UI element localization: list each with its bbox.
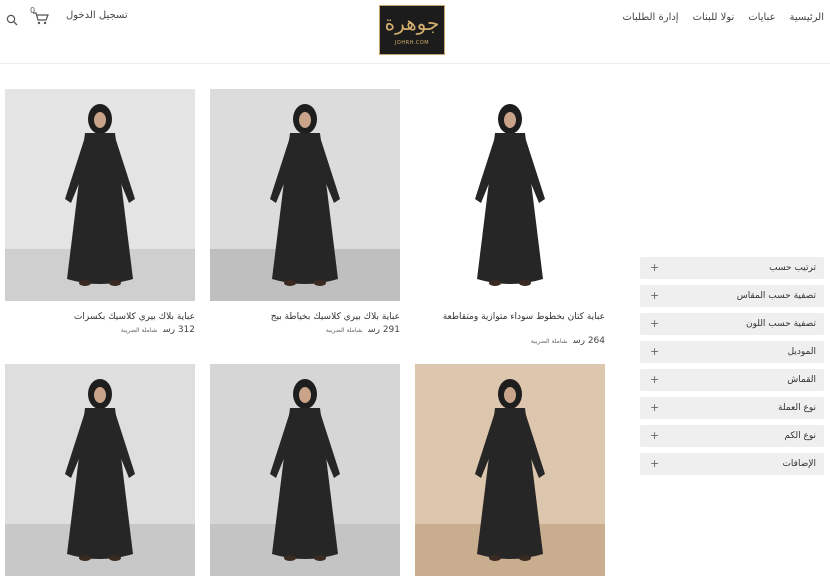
product-price-row: 291 رس شاملة الضريبة	[210, 325, 400, 335]
product-price-row: 264 رس شاملة الضريبة	[415, 336, 605, 346]
logo-text: جوهرة	[384, 11, 440, 35]
product-price: 291 رس	[368, 325, 400, 335]
product-price: 312 رس	[163, 325, 195, 335]
plus-icon[interactable]: +	[650, 457, 659, 470]
filter-color[interactable]: + تصفية حسب اللون	[640, 313, 824, 335]
plus-icon[interactable]: +	[650, 429, 659, 442]
product-title[interactable]: عباية بلاك بيري كلاسيك بخياطة بيج	[210, 311, 400, 323]
product-image[interactable]	[415, 89, 605, 301]
filter-fabric[interactable]: + القماش	[640, 369, 824, 391]
tax-note: شاملة الضريبة	[325, 327, 363, 334]
plus-icon[interactable]: +	[650, 289, 659, 302]
filter-size[interactable]: + تصفية حسب المقاس	[640, 285, 824, 307]
filter-label: تصفية حسب المقاس	[736, 291, 816, 301]
filter-model[interactable]: + الموديل	[640, 341, 824, 363]
cart-count: 0	[30, 6, 36, 15]
product-image[interactable]	[210, 364, 400, 576]
main-nav: الرئيسية عبايات نولا للبنات إدارة الطلبا…	[623, 12, 825, 23]
tax-note: شاملة الضريبة	[120, 327, 158, 334]
plus-icon[interactable]: +	[650, 401, 659, 414]
logo-subtext: JOHRH.COM	[394, 40, 430, 46]
product-price-row: 312 رس شاملة الضريبة	[5, 325, 195, 335]
plus-icon[interactable]: +	[650, 261, 659, 274]
nav-item-orders[interactable]: إدارة الطلبات	[623, 12, 679, 23]
site-header: 0 تسجيل الدخول جوهرة JOHRH.COM الرئيسية …	[0, 0, 830, 64]
product-image[interactable]	[415, 364, 605, 576]
nav-item-home[interactable]: الرئيسية	[790, 12, 824, 23]
product-image[interactable]	[5, 89, 195, 301]
product-price: 264 رس	[573, 336, 605, 346]
plus-icon[interactable]: +	[650, 373, 659, 386]
tax-note: شاملة الضريبة	[530, 338, 568, 345]
filter-label: القماش	[787, 375, 816, 385]
site-logo[interactable]: جوهرة JOHRH.COM	[379, 5, 445, 55]
cart-icon[interactable]: 0	[30, 6, 52, 26]
product-image[interactable]	[210, 89, 400, 301]
filter-label: تصفية حسب اللون	[745, 319, 816, 329]
filter-label: الإضافات	[782, 459, 816, 469]
filter-label: نوع العملة	[778, 403, 816, 413]
filter-sleeve[interactable]: + نوع الكم	[640, 425, 824, 447]
filters-sidebar: + ترتيب حسب + تصفية حسب المقاس + تصفية حسب …	[640, 257, 824, 481]
filter-sort[interactable]: + ترتيب حسب	[640, 257, 824, 279]
product-title[interactable]: عباية كتان بخطوط سوداء متوازية ومتقاطعة	[415, 311, 605, 323]
search-icon[interactable]	[6, 11, 18, 26]
filter-label: نوع الكم	[784, 431, 816, 441]
filter-label: الموديل	[787, 347, 816, 357]
nav-item-abayas[interactable]: عبايات	[748, 12, 775, 23]
product-title[interactable]: عباية بلاك بيري كلاسيك بكسرات	[5, 311, 195, 323]
filter-currency[interactable]: + نوع العملة	[640, 397, 824, 419]
plus-icon[interactable]: +	[650, 345, 659, 358]
login-link[interactable]: تسجيل الدخول	[66, 10, 128, 21]
filter-label: ترتيب حسب	[769, 263, 816, 273]
filter-extras[interactable]: + الإضافات	[640, 453, 824, 475]
product-image[interactable]	[5, 364, 195, 576]
plus-icon[interactable]: +	[650, 317, 659, 330]
nav-item-girls[interactable]: نولا للبنات	[693, 12, 735, 23]
